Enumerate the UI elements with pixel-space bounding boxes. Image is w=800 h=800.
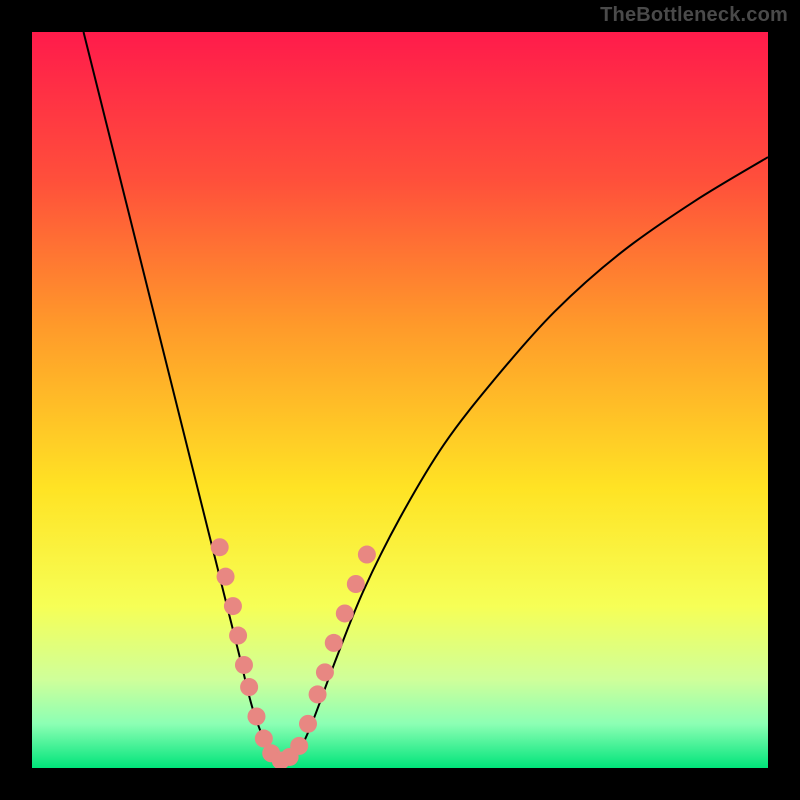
marker-dot — [224, 597, 242, 615]
marker-dot — [247, 707, 265, 725]
marker-dot — [316, 663, 334, 681]
marker-dot — [211, 538, 229, 556]
marker-dot — [347, 575, 365, 593]
watermark-text: TheBottleneck.com — [600, 4, 788, 27]
marker-dot — [358, 546, 376, 564]
marker-dot — [235, 656, 253, 674]
bottleneck-chart — [32, 32, 768, 768]
marker-dot — [229, 627, 247, 645]
marker-dot — [299, 715, 317, 733]
marker-dot — [217, 568, 235, 586]
marker-dot — [325, 634, 343, 652]
marker-dot — [309, 685, 327, 703]
marker-dot — [336, 604, 354, 622]
chart-frame: TheBottleneck.com — [0, 0, 800, 800]
marker-dot — [240, 678, 258, 696]
chart-background — [32, 32, 768, 768]
marker-dot — [290, 737, 308, 755]
